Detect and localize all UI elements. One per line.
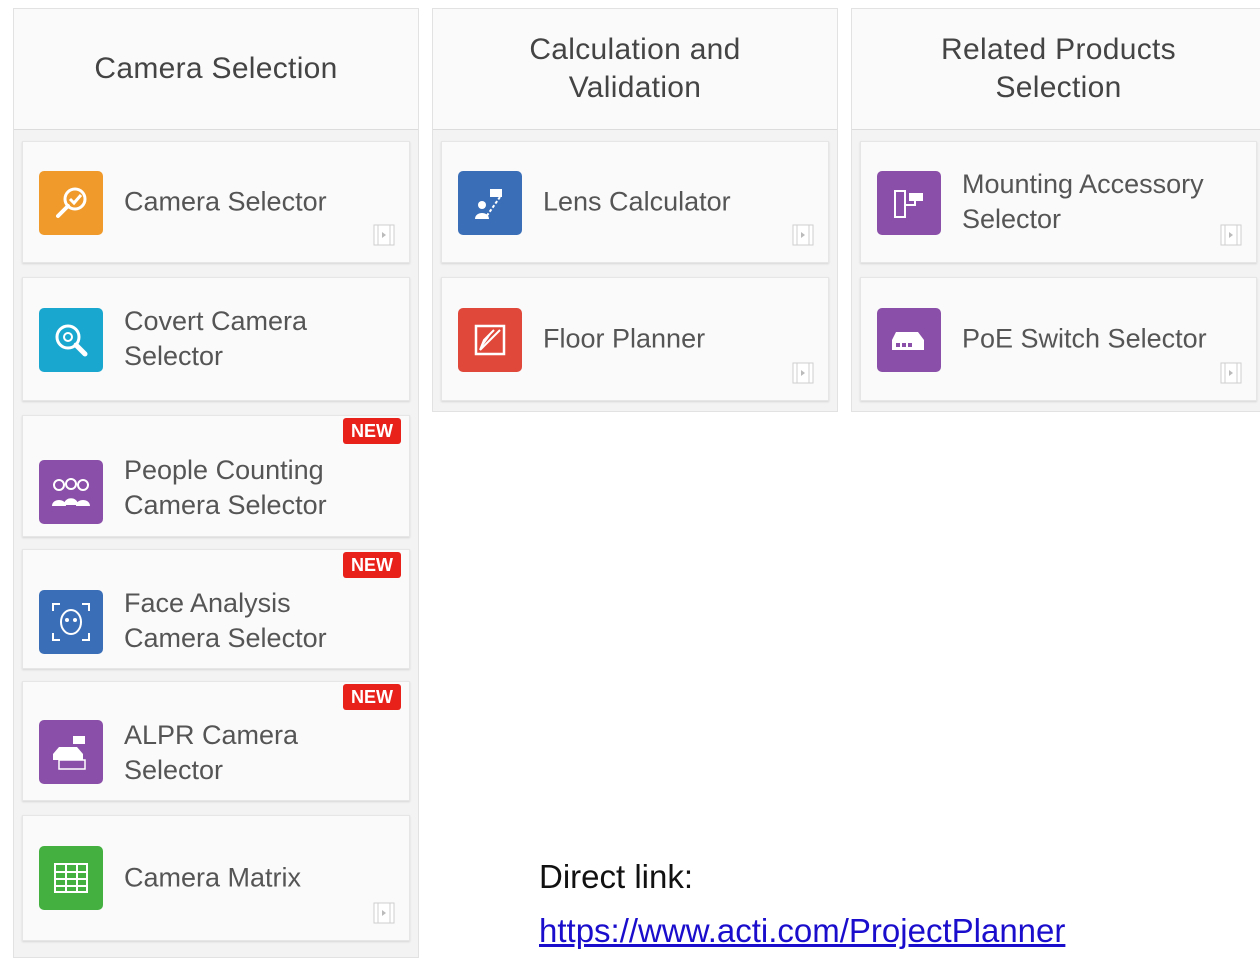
video-icon[interactable] [792,362,814,384]
card-camera-matrix[interactable]: Camera Matrix [22,815,410,941]
card-label: ALPR Camera Selector [124,719,299,785]
card-floor-planner[interactable]: Floor Planner [441,277,829,401]
card-label: Face Analysis Camera Selector [124,587,327,653]
table-icon [39,846,103,910]
column-header: Camera Selection [14,9,418,130]
lens-calculator-icon [458,171,522,235]
video-icon[interactable] [373,902,395,924]
face-icon [39,590,103,654]
card-people-counting-camera-selector[interactable]: NEW People Counting Camera Selector [22,415,410,537]
card-face-analysis-camera-selector[interactable]: NEW Face Analysis Camera Selector [22,549,410,669]
card-poe-switch-selector[interactable]: PoE Switch Selector [860,277,1257,401]
card-label: Floor Planner [543,323,706,354]
card-covert-camera-selector[interactable]: Covert Camera Selector [22,277,410,401]
card-label: PoE Switch Selector [962,323,1207,354]
card-label: Lens Calculator [543,186,731,217]
mount-icon [877,171,941,235]
column-header: Related Products Selection [852,9,1260,130]
video-icon[interactable] [1220,224,1242,246]
people-icon [39,460,103,524]
card-label: Mounting Accessory Selector [962,169,1204,234]
column-title: Related Products Selection [941,33,1176,104]
card-label: People Counting Camera Selector [124,455,327,520]
direct-link-label: Direct link: [539,858,694,895]
project-planner-link[interactable]: https://www.acti.com/ProjectPlanner [539,912,1065,950]
card-camera-selector[interactable]: Camera Selector [22,141,410,263]
new-badge: NEW [343,684,401,710]
switch-icon [877,308,941,372]
camera-selection-column: Camera Selection Camera Selector Covert … [13,8,419,958]
new-badge: NEW [343,418,401,444]
calculation-validation-column: Calculation and Validation Lens Calculat… [432,8,838,412]
new-badge: NEW [343,552,401,578]
card-lens-calculator[interactable]: Lens Calculator [441,141,829,263]
video-icon[interactable] [1220,362,1242,384]
related-products-column: Related Products Selection Mounting Acce… [851,8,1260,412]
card-label: Covert Camera Selector [124,306,308,371]
card-alpr-camera-selector[interactable]: NEW ALPR Camera Selector [22,681,410,801]
video-icon[interactable] [373,224,395,246]
card-label: Camera Matrix [124,862,302,893]
card-label: Camera Selector [124,186,327,217]
card-mounting-accessory-selector[interactable]: Mounting Accessory Selector [860,141,1257,263]
license-plate-icon [39,720,103,784]
magnifier-icon [39,308,103,372]
video-icon[interactable] [792,224,814,246]
column-header: Calculation and Validation [433,9,837,130]
column-title: Camera Selection [94,52,338,85]
column-title: Calculation and Validation [529,33,741,104]
search-check-icon [39,171,103,235]
floor-planner-icon [458,308,522,372]
